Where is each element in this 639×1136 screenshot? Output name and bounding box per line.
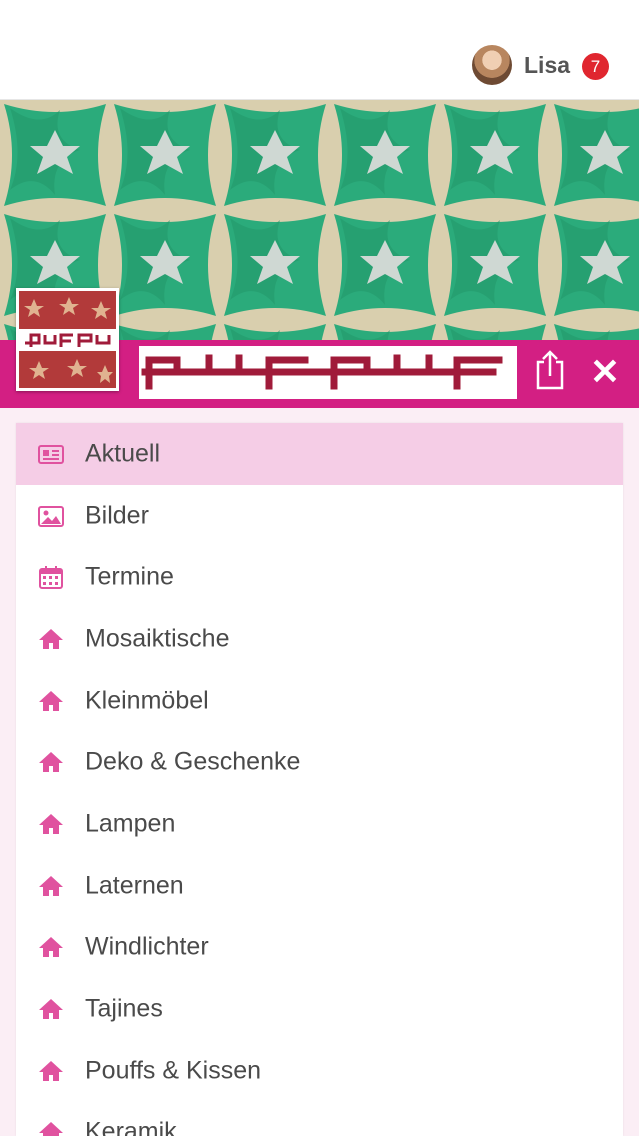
- share-icon: [530, 350, 570, 396]
- menu-item-pouffs-kissen[interactable]: Pouffs & Kissen: [16, 1040, 623, 1102]
- navigation-menu: Aktuell Bilder Termine Mosaiktische Klei…: [16, 423, 623, 1136]
- image-icon: [38, 504, 64, 528]
- home-icon: [38, 997, 64, 1021]
- news-icon: [38, 442, 64, 466]
- menu-item-label: Mosaiktische: [85, 624, 230, 653]
- notification-badge[interactable]: 7: [582, 53, 609, 80]
- username-label[interactable]: Lisa: [524, 52, 570, 79]
- home-icon: [38, 874, 64, 898]
- user-avatar[interactable]: [472, 45, 512, 85]
- home-icon: [38, 1120, 64, 1136]
- shop-name-banner: [139, 346, 517, 399]
- menu-item-windlichter[interactable]: Windlichter: [16, 917, 623, 979]
- home-icon: [38, 812, 64, 836]
- calendar-icon: [38, 565, 64, 590]
- menu-item-laternen[interactable]: Laternen: [16, 855, 623, 917]
- home-icon: [38, 935, 64, 959]
- menu-item-label: Windlichter: [85, 932, 209, 961]
- home-icon: [38, 627, 64, 651]
- home-icon: [38, 689, 64, 713]
- menu-item-kleinmoebel[interactable]: Kleinmöbel: [16, 670, 623, 732]
- menu-item-label: Tajines: [85, 994, 163, 1023]
- menu-item-label: Laternen: [85, 871, 184, 900]
- close-button[interactable]: ✕: [587, 352, 623, 392]
- close-icon: ✕: [589, 351, 621, 392]
- top-bar: Lisa 7: [0, 0, 639, 100]
- menu-item-label: Lampen: [85, 809, 176, 838]
- menu-item-tajines[interactable]: Tajines: [16, 978, 623, 1040]
- menu-item-label: Pouffs & Kissen: [85, 1056, 262, 1085]
- share-button[interactable]: [530, 348, 570, 392]
- menu-item-keramik[interactable]: Keramik: [16, 1102, 623, 1136]
- menu-item-label: Aktuell: [85, 439, 161, 468]
- menu-item-lampen[interactable]: Lampen: [16, 793, 623, 855]
- home-icon: [38, 1059, 64, 1083]
- menu-item-termine[interactable]: Termine: [16, 546, 623, 608]
- home-icon: [38, 750, 64, 774]
- menu-item-bilder[interactable]: Bilder: [16, 485, 623, 547]
- menu-item-mosaiktische[interactable]: Mosaiktische: [16, 608, 623, 670]
- menu-item-aktuell[interactable]: Aktuell: [16, 423, 623, 485]
- menu-item-label: Kleinmöbel: [85, 686, 209, 715]
- menu-item-label: Deko & Geschenke: [85, 747, 301, 776]
- menu-item-deko-geschenke[interactable]: Deko & Geschenke: [16, 731, 623, 793]
- menu-item-label: Keramik: [85, 1117, 177, 1136]
- menu-item-label: Termine: [85, 562, 174, 591]
- menu-item-label: Bilder: [85, 501, 149, 530]
- shop-logo-thumbnail[interactable]: [16, 288, 119, 391]
